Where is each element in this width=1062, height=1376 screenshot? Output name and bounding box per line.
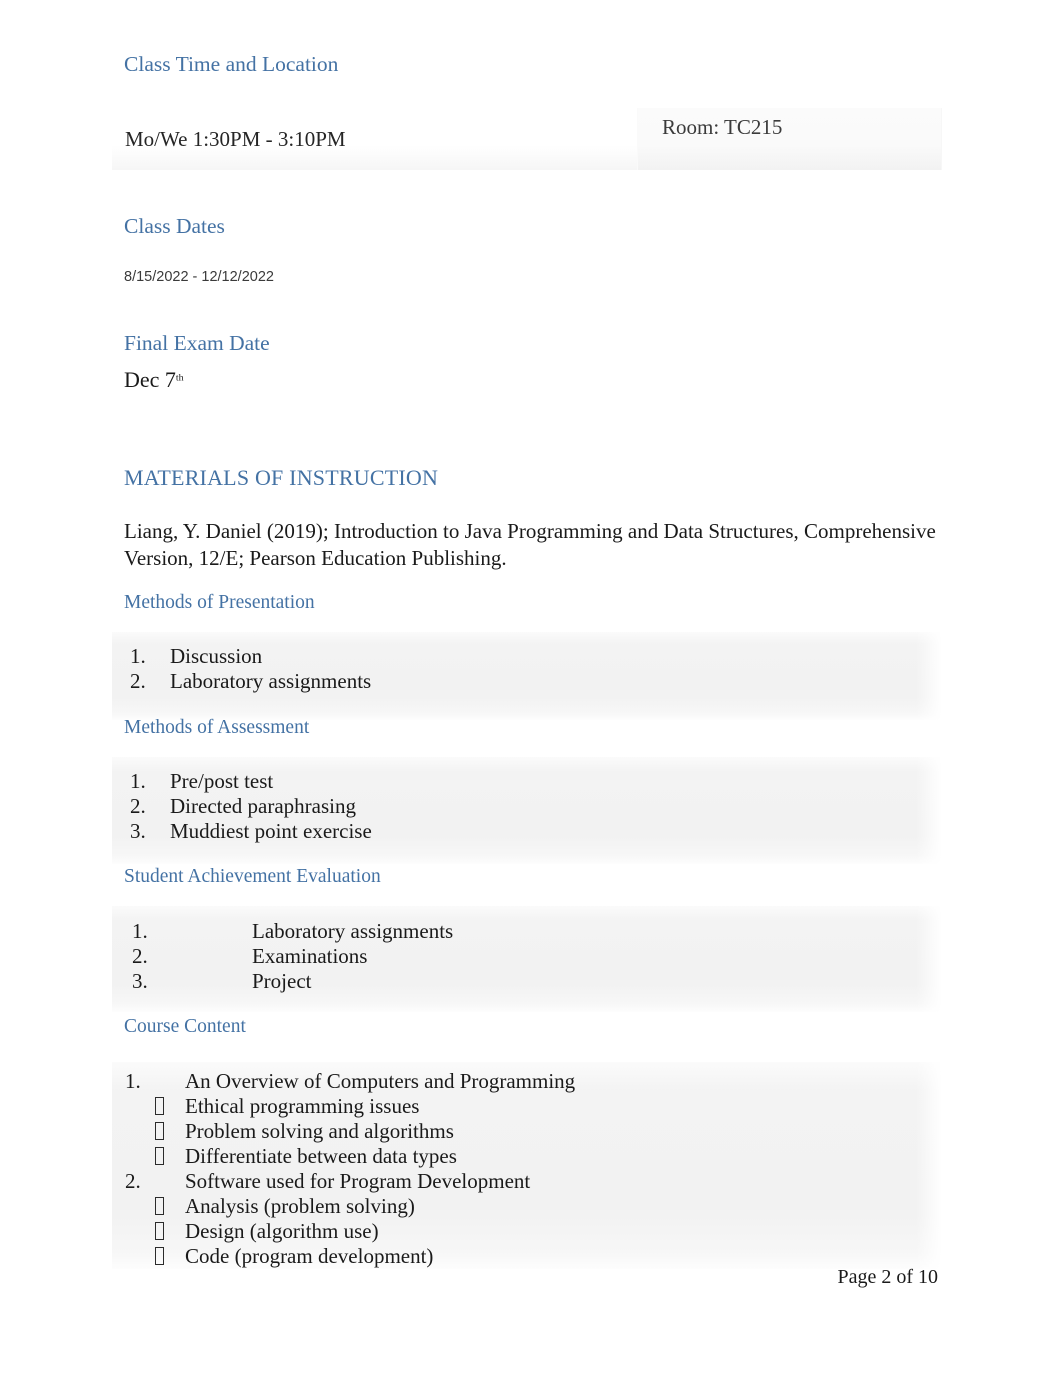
class-dates-heading-text: Class Dates [124, 214, 225, 238]
course-content-row: 1. An Overview of Computers and Programm… [125, 1069, 575, 1094]
student-achievement-list: 1. Laboratory assignments 2. Examination… [132, 919, 453, 993]
course-content-row: Analysis (problem solving) [125, 1194, 575, 1219]
list-item-label: Directed paraphrasing [170, 793, 356, 818]
student-achievement-heading-text: Student Achievement Evaluation [124, 866, 381, 887]
methods-assessment-heading-text: Methods of Assessment [124, 717, 310, 738]
list-item: 1. Discussion [130, 644, 371, 669]
final-exam-heading-text: Final Exam Date [124, 331, 270, 355]
heading-student-achievement-evaluation: Student Achievement Evaluation [124, 866, 381, 888]
course-content-row: Problem solving and algorithms [125, 1119, 575, 1144]
class-time-value: Mo/We 1:30PM - 3:10PM [125, 126, 346, 151]
list-item: 1. Pre/post test [130, 769, 372, 794]
course-content-row: 2. Software used for Program Development [125, 1169, 575, 1194]
heading-materials-of-instruction: MATERIALS OF INSTRUCTION [124, 465, 438, 491]
methods-presentation-heading-text: Methods of Presentation [124, 592, 315, 613]
square-bullet-icon [125, 1094, 185, 1119]
class-room-value: Room: TC215 [662, 114, 783, 139]
materials-citation: Liang, Y. Daniel (2019); Introduction to… [124, 518, 936, 572]
methods-assessment-list: 1. Pre/post test 2. Directed paraphrasin… [130, 769, 372, 843]
heading-methods-of-assessment: Methods of Assessment [124, 717, 309, 739]
page-footer-number: Page 2 of 10 [837, 1266, 938, 1288]
heading-course-content: Course Content [124, 1016, 246, 1038]
class-time-cell: Mo/We 1:30PM - 3:10PM [112, 108, 637, 170]
course-content-label: Ethical programming issues [185, 1093, 420, 1118]
course-content-label: Code (program development) [185, 1243, 434, 1268]
course-content-label: Software used for Program Development [185, 1168, 531, 1193]
heading-class-time-and-location: Class Time and Location [124, 52, 338, 77]
list-item-number: 3. [132, 968, 148, 993]
course-content-label: Differentiate between data types [185, 1143, 457, 1168]
square-bullet-icon [125, 1194, 185, 1219]
list-item-number: 2. [132, 943, 148, 968]
materials-citation-text: Liang, Y. Daniel (2019); Introduction to… [124, 519, 936, 570]
course-content-list-box: 1. An Overview of Computers and Programm… [112, 1062, 942, 1269]
student-achievement-list-box: 1. Laboratory assignments 2. Examination… [112, 906, 942, 1012]
heading-methods-of-presentation: Methods of Presentation [124, 592, 315, 614]
square-bullet-icon [125, 1244, 185, 1269]
document-page: Class Time and Location Mo/We 1:30PM - 3… [0, 0, 1062, 1376]
square-bullet-icon [125, 1144, 185, 1169]
methods-assessment-list-box: 1. Pre/post test 2. Directed paraphrasin… [112, 757, 942, 864]
course-content-label: An Overview of Computers and Programming [185, 1069, 576, 1093]
final-exam-date-main: Dec 7 [124, 367, 176, 392]
list-item: 2. Directed paraphrasing [130, 794, 372, 819]
methods-presentation-list-box: 1. Discussion 2. Laboratory assignments [112, 632, 942, 720]
list-item: 2. Examinations [132, 944, 453, 969]
list-item-label: Examinations [252, 943, 368, 968]
course-content-row: Design (algorithm use) [125, 1219, 575, 1244]
list-item-number: 1. [130, 644, 146, 668]
course-content-label: Design (algorithm use) [185, 1218, 379, 1243]
course-content-number: 1. [125, 1069, 141, 1093]
methods-presentation-list: 1. Discussion 2. Laboratory assignments [130, 644, 371, 694]
course-content-row: Code (program development) [125, 1244, 575, 1269]
final-exam-date-value: Dec 7th [124, 366, 184, 394]
class-dates-range: 8/15/2022 - 12/12/2022 [124, 268, 274, 286]
list-item-number: 3. [130, 818, 146, 843]
square-bullet-icon [125, 1219, 185, 1244]
list-item: 3. Project [132, 969, 453, 994]
list-item-number: 2. [130, 793, 146, 818]
class-room-cell: Room: TC215 [637, 108, 942, 170]
list-item-label: Discussion [170, 644, 263, 668]
course-content-heading-text: Course Content [124, 1016, 246, 1037]
heading-class-dates: Class Dates [124, 214, 225, 239]
course-content-number: 2. [125, 1168, 141, 1193]
list-item-label: Pre/post test [170, 769, 274, 793]
list-item-number: 2. [130, 668, 146, 693]
heading-final-exam-date: Final Exam Date [124, 331, 270, 356]
list-item: 1. Laboratory assignments [132, 919, 453, 944]
final-exam-date-ordinal: th [175, 372, 184, 384]
course-content-row: Ethical programming issues [125, 1094, 575, 1119]
course-content-label: Problem solving and algorithms [185, 1118, 454, 1143]
course-content-label: Analysis (problem solving) [185, 1193, 415, 1218]
course-content-list: 1. An Overview of Computers and Programm… [125, 1069, 575, 1269]
course-content-row: Differentiate between data types [125, 1144, 575, 1169]
list-item-label: Muddiest point exercise [170, 818, 372, 843]
list-item-label: Project [252, 968, 312, 993]
list-item-number: 1. [132, 919, 148, 943]
list-item-label: Laboratory assignments [252, 919, 454, 943]
materials-heading-text: MATERIALS OF INSTRUCTION [124, 465, 439, 490]
list-item: 2. Laboratory assignments [130, 669, 371, 694]
square-bullet-icon [125, 1119, 185, 1144]
list-item: 3. Muddiest point exercise [130, 819, 372, 844]
list-item-label: Laboratory assignments [170, 668, 372, 693]
class-dates-range-text: 8/15/2022 - 12/12/2022 [124, 269, 274, 285]
class-time-location-table: Mo/We 1:30PM - 3:10PM Room: TC215 [112, 108, 942, 170]
list-item-number: 1. [130, 769, 146, 793]
class-time-heading-text: Class Time and Location [124, 52, 339, 76]
